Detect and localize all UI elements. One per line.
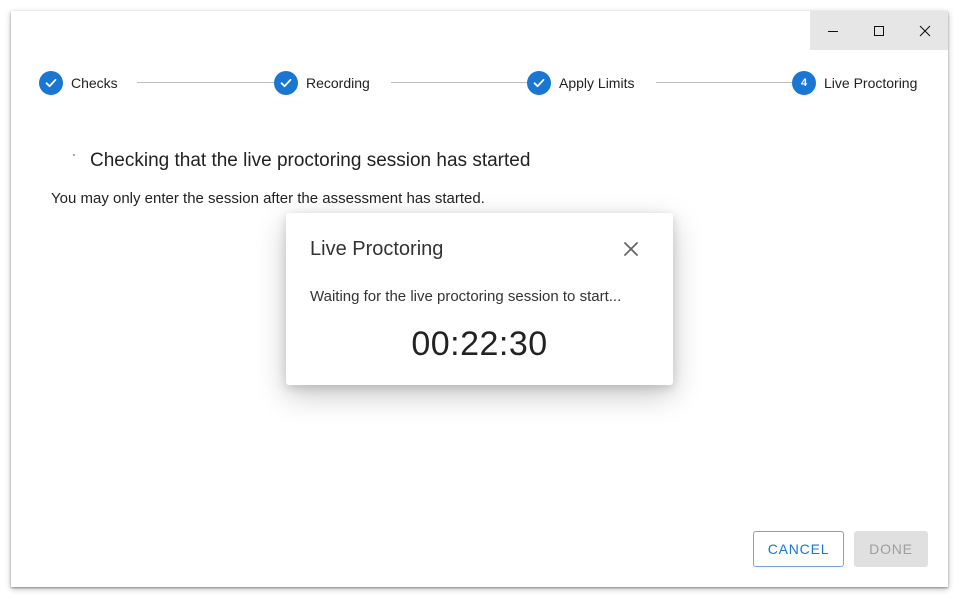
check-icon	[45, 78, 57, 88]
stepper: Checks Recording Apply Limits 4 Live Pro…	[39, 70, 921, 96]
step-connector	[656, 82, 792, 83]
maximize-icon	[874, 25, 884, 36]
minimize-icon	[828, 30, 838, 32]
countdown-timer: 00:22:30	[411, 325, 548, 363]
window-controls	[810, 11, 948, 50]
step-live-proctoring: 4 Live Proctoring	[792, 70, 917, 96]
done-button: DONE	[854, 531, 928, 567]
close-icon	[624, 242, 638, 256]
loading-spinner-icon	[73, 154, 75, 156]
step-number: 4	[800, 77, 808, 89]
step-label: Apply Limits	[559, 75, 635, 91]
step-label: Recording	[306, 75, 370, 91]
maximize-button[interactable]	[856, 11, 902, 50]
cancel-button[interactable]: CANCEL	[753, 531, 844, 567]
dialog-close-button[interactable]	[623, 241, 639, 257]
dialog-message: Waiting for the live proctoring session …	[310, 288, 622, 305]
close-window-button[interactable]	[902, 11, 948, 50]
step-recording: Recording	[274, 70, 370, 96]
step-checks: Checks	[39, 70, 118, 96]
check-icon	[280, 78, 292, 88]
footer-actions: CANCEL DONE	[753, 531, 928, 567]
live-proctoring-dialog: Live Proctoring Waiting for the live pro…	[286, 213, 673, 385]
close-icon	[919, 25, 931, 36]
check-icon	[533, 78, 545, 88]
step-complete-indicator	[39, 71, 63, 95]
step-apply-limits: Apply Limits	[527, 70, 634, 96]
step-complete-indicator	[274, 71, 298, 95]
step-number-indicator: 4	[792, 71, 816, 95]
minimize-button[interactable]	[810, 11, 856, 50]
step-connector	[391, 82, 529, 83]
dialog-title: Live Proctoring	[310, 238, 444, 260]
status-heading: Checking that the live proctoring sessio…	[90, 150, 531, 171]
step-label: Checks	[71, 75, 118, 91]
status-note: You may only enter the session after the…	[51, 190, 485, 207]
step-label: Live Proctoring	[824, 75, 918, 91]
step-connector	[137, 82, 277, 83]
step-complete-indicator	[527, 71, 551, 95]
